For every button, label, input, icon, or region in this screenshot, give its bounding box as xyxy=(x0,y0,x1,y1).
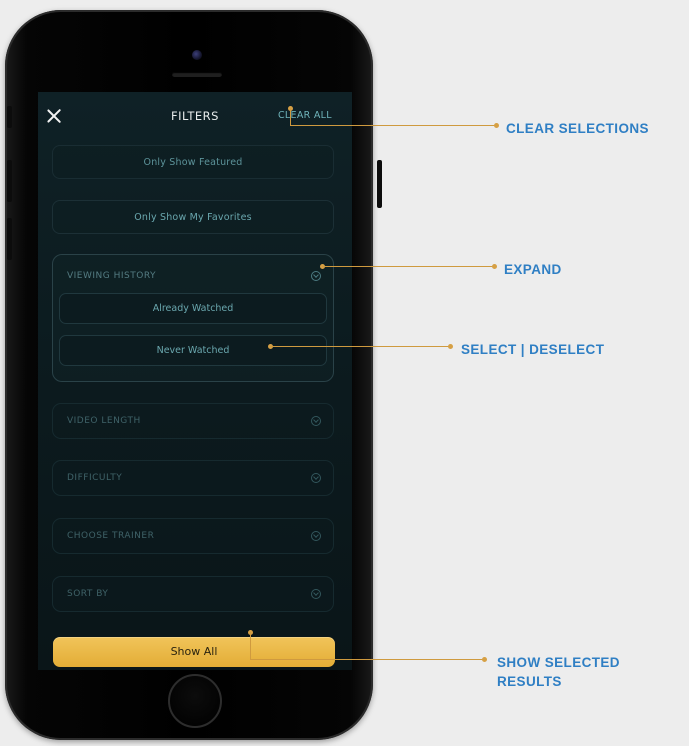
power-button xyxy=(377,160,382,208)
already-watched-option[interactable]: Already Watched xyxy=(59,293,327,324)
callout-connector xyxy=(322,266,494,267)
phone-frame: FILTERS CLEAR ALL Only Show Featured Onl… xyxy=(5,10,382,740)
video-length-section[interactable]: VIDEO LENGTH xyxy=(52,403,334,439)
sort-by-section[interactable]: SORT BY xyxy=(52,576,334,612)
front-camera xyxy=(192,50,202,60)
video-length-label: VIDEO LENGTH xyxy=(67,416,141,426)
callout-line-1: SHOW SELECTED xyxy=(497,655,620,670)
viewing-history-section: VIEWING HISTORY Already Watched Never Wa… xyxy=(52,254,334,382)
only-show-favorites-toggle[interactable]: Only Show My Favorites xyxy=(52,200,334,234)
callout-show-selected-results: SHOW SELECTED RESULTS xyxy=(497,653,620,691)
callout-dot xyxy=(482,657,487,662)
callout-select-deselect: SELECT | DESELECT xyxy=(461,342,605,357)
page-title: FILTERS xyxy=(171,109,219,123)
callout-clear-selections: CLEAR SELECTIONS xyxy=(506,121,649,136)
home-button[interactable] xyxy=(168,674,222,728)
show-all-button[interactable]: Show All xyxy=(53,637,335,667)
chevron-down-icon[interactable] xyxy=(311,473,321,483)
never-watched-option[interactable]: Never Watched xyxy=(59,335,327,366)
difficulty-section[interactable]: DIFFICULTY xyxy=(52,460,334,496)
callout-connector xyxy=(250,659,484,660)
phone-screen: FILTERS CLEAR ALL Only Show Featured Onl… xyxy=(38,92,352,670)
only-show-featured-toggle[interactable]: Only Show Featured xyxy=(52,145,334,179)
callout-connector xyxy=(270,346,450,347)
chevron-down-icon[interactable] xyxy=(311,589,321,599)
difficulty-label: DIFFICULTY xyxy=(67,473,123,483)
chevron-down-icon[interactable] xyxy=(311,531,321,541)
viewing-history-label: VIEWING HISTORY xyxy=(67,271,157,281)
chevron-down-icon[interactable] xyxy=(311,271,321,281)
callout-connector xyxy=(290,108,291,126)
mute-switch xyxy=(7,106,12,128)
callout-expand: EXPAND xyxy=(504,262,562,277)
clear-all-button[interactable]: CLEAR ALL xyxy=(278,110,332,121)
callout-dot xyxy=(448,344,453,349)
earpiece-speaker xyxy=(172,72,222,77)
callout-connector xyxy=(250,632,251,660)
volume-down-button xyxy=(7,218,12,260)
chevron-down-icon[interactable] xyxy=(311,416,321,426)
close-icon[interactable] xyxy=(46,108,62,124)
callout-line-2: RESULTS xyxy=(497,674,562,689)
choose-trainer-section[interactable]: CHOOSE TRAINER xyxy=(52,518,334,554)
volume-up-button xyxy=(7,160,12,202)
callout-dot xyxy=(492,264,497,269)
callout-connector xyxy=(290,125,496,126)
sort-by-label: SORT BY xyxy=(67,589,109,599)
choose-trainer-label: CHOOSE TRAINER xyxy=(67,531,155,541)
callout-dot xyxy=(494,123,499,128)
